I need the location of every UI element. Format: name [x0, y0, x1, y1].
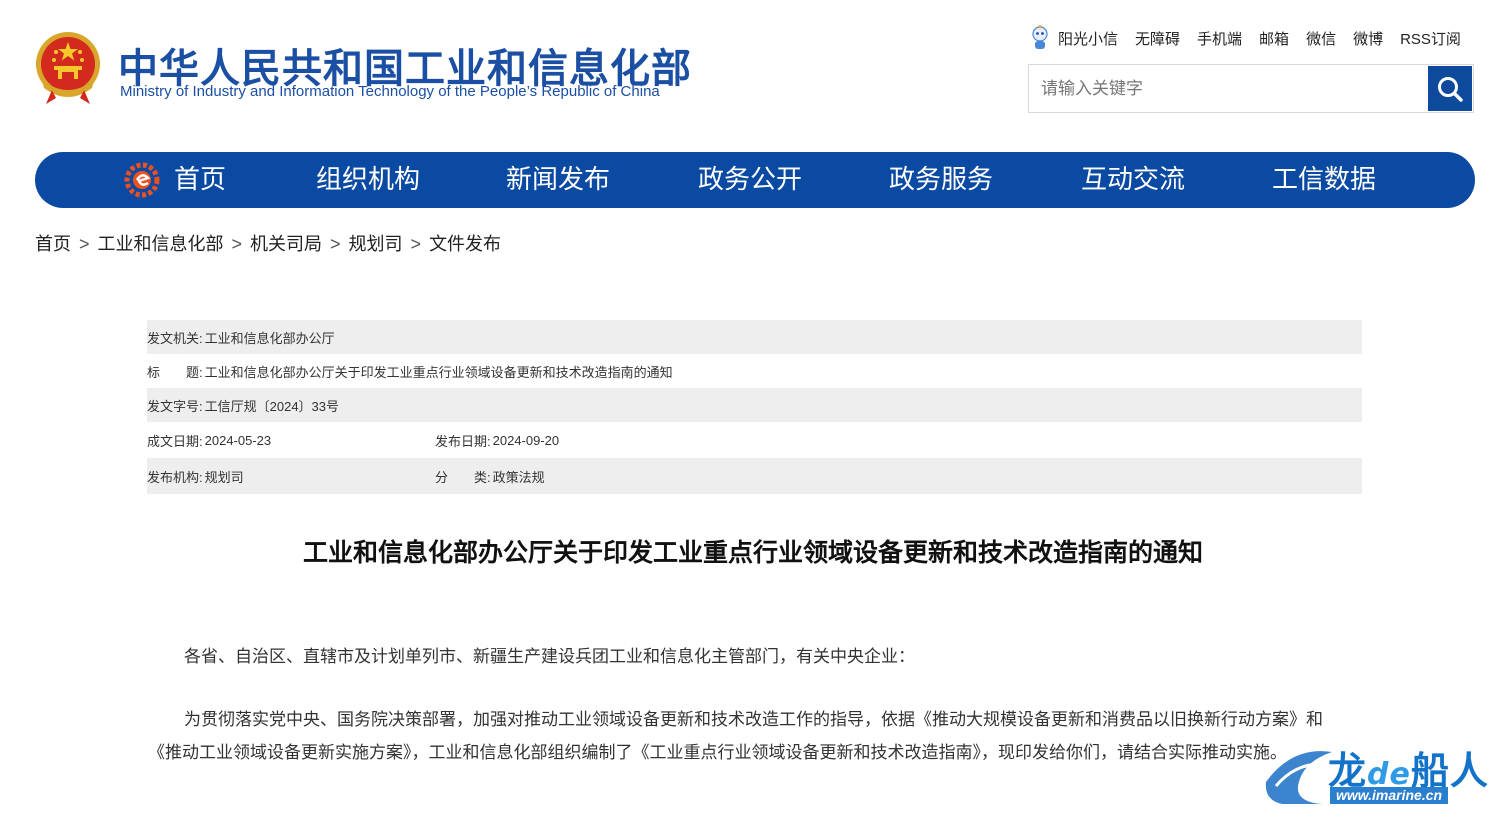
- meta-row-issuer: 发文机关: 工业和信息化部办公厅: [147, 320, 1362, 354]
- search-button[interactable]: [1428, 66, 1472, 111]
- breadcrumb-separator: >: [79, 234, 90, 254]
- breadcrumb-documents[interactable]: 文件发布: [429, 234, 501, 254]
- nav-gov-services[interactable]: 政务服务: [889, 152, 993, 208]
- meta-label: 发文字号:: [147, 398, 203, 414]
- nav-data[interactable]: 工信数据: [1272, 152, 1376, 208]
- article-paragraph: 为贯彻落实党中央、国务院决策部署，加强对推动工业领域设备更新和技术改造工作的指导…: [148, 710, 1323, 763]
- nav-organization[interactable]: 组织机构: [316, 152, 420, 208]
- watermark-url: www.imarine.cn: [1330, 787, 1449, 804]
- breadcrumb-home[interactable]: 首页: [35, 234, 71, 254]
- toplink-weibo[interactable]: 微博: [1353, 28, 1383, 49]
- toplink-mobile[interactable]: 手机端: [1197, 28, 1242, 49]
- meta-label: 发布机构:: [147, 469, 203, 485]
- meta-row-dates: 成文日期: 2024-05-23 发布日期: 2024-09-20: [147, 422, 1362, 458]
- breadcrumb-miit[interactable]: 工业和信息化部: [98, 234, 224, 254]
- meta-row-title: 标 题: 工业和信息化部办公厅关于印发工业重点行业领域设备更新和技术改造指南的通…: [147, 354, 1362, 388]
- document-meta-table: 发文机关: 工业和信息化部办公厅 标 题: 工业和信息化部办公厅关于印发工业重点…: [147, 320, 1362, 494]
- meta-label: 发布日期:: [435, 433, 491, 449]
- robot-assistant-icon[interactable]: [1030, 25, 1050, 51]
- article-title: 工业和信息化部办公厅关于印发工业重点行业领域设备更新和技术改造指南的通知: [302, 538, 1203, 567]
- toplink-wechat[interactable]: 微信: [1306, 28, 1336, 49]
- nav-news[interactable]: 新闻发布: [506, 152, 610, 208]
- national-emblem-icon: [36, 32, 100, 104]
- top-links: 阳光小信 无障碍 手机端 邮箱 微信 微博 RSS订阅: [1030, 25, 1461, 51]
- article-paragraph: 各省、自治区、直辖市及计划单列市、新疆生产建设兵团工业和信息化主管部门，有关中央…: [184, 647, 915, 667]
- meta-row-docno: 发文字号: 工信厅规〔2024〕33号: [147, 388, 1362, 422]
- main-nav: 首页 组织机构 新闻发布 政务公开 政务服务 互动交流 工信数据: [35, 152, 1475, 208]
- meta-label: 分 类:: [435, 469, 491, 485]
- breadcrumb-separator: >: [231, 234, 243, 254]
- breadcrumb-separator: >: [330, 234, 341, 254]
- breadcrumb-separator: >: [410, 234, 422, 254]
- meta-label: 成文日期:: [147, 433, 203, 449]
- search-input[interactable]: [1029, 65, 1427, 112]
- breadcrumb: 首页 > 工业和信息化部 > 机关司局 > 规划司 > 文件发布: [35, 230, 501, 256]
- nav-gov-affairs[interactable]: 政务公开: [698, 152, 802, 208]
- toplink-mail[interactable]: 邮箱: [1259, 28, 1289, 49]
- toplink-accessibility[interactable]: 无障碍: [1135, 28, 1180, 49]
- site-subtitle: Ministry of Industry and Information Tec…: [120, 83, 660, 100]
- meta-docno-value: 工信厅规〔2024〕33号: [204, 398, 340, 414]
- search-icon: [1438, 76, 1463, 102]
- breadcrumb-departments[interactable]: 机关司局: [250, 234, 322, 254]
- miit-logo-icon[interactable]: [123, 162, 161, 198]
- toplink-sunshine[interactable]: 阳光小信: [1058, 28, 1118, 49]
- meta-org-value: 规划司: [204, 469, 244, 485]
- meta-label: 发文机关:: [147, 330, 203, 346]
- nav-home[interactable]: 首页: [174, 152, 226, 208]
- nav-interaction[interactable]: 互动交流: [1081, 152, 1185, 208]
- meta-issuer-value: 工业和信息化部办公厅: [204, 330, 335, 346]
- meta-title-value: 工业和信息化部办公厅关于印发工业重点行业领域设备更新和技术改造指南的通知: [204, 364, 673, 380]
- meta-label: 标 题:: [147, 364, 203, 380]
- meta-created-value: 2024-05-23: [204, 432, 272, 448]
- toplink-rss[interactable]: RSS订阅: [1400, 28, 1461, 49]
- search-box: [1028, 64, 1474, 113]
- meta-published-value: 2024-09-20: [492, 432, 560, 448]
- meta-row-org: 发布机构: 规划司 分 类: 政策法规: [147, 458, 1362, 494]
- breadcrumb-planning[interactable]: 规划司: [349, 234, 403, 254]
- meta-category-value: 政策法规: [492, 469, 545, 485]
